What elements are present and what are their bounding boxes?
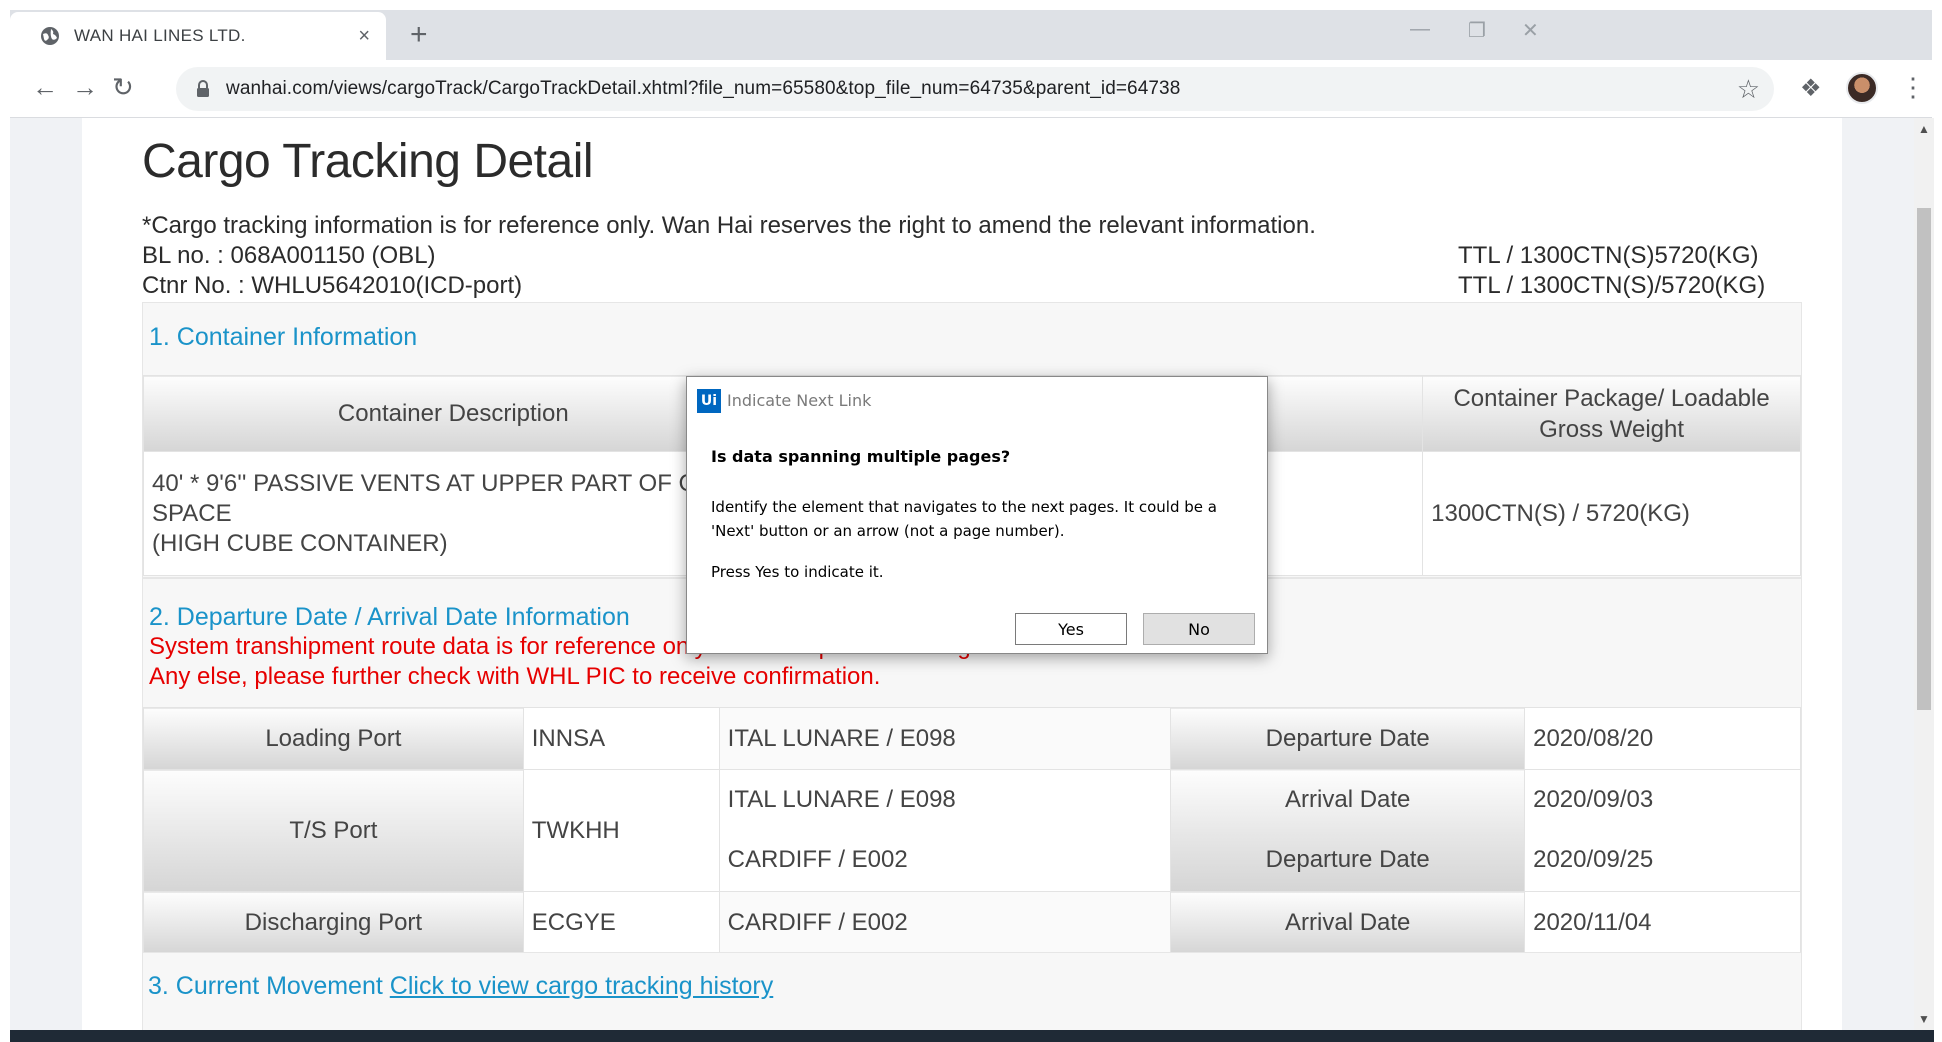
port-label: Discharging Port [143, 891, 524, 954]
address-bar[interactable]: wanhai.com/views/cargoTrack/CargoTrackDe… [176, 67, 1774, 111]
extensions-puzzle-icon[interactable]: ❖ [1800, 74, 1822, 103]
date-label: Departure Date [1170, 707, 1526, 770]
minimize-icon[interactable]: — [1410, 18, 1430, 41]
url-text[interactable]: wanhai.com/views/cargoTrack/CargoTrackDe… [226, 78, 1180, 100]
date-value: 2020/09/25 [1524, 829, 1801, 892]
date-value: 2020/08/20 [1524, 707, 1801, 770]
browser-tab[interactable]: WAN HAI LINES LTD. × [10, 12, 386, 60]
port-code: INNSA [522, 707, 720, 770]
dialog-instruction: Press Yes to indicate it. [711, 563, 884, 581]
container-info-title: 1. Container Information [149, 323, 418, 351]
current-movement-title: 3. Current Movement [148, 972, 383, 1000]
description-line-2: SPACE [152, 499, 232, 527]
notice-line-2: Any else, please further check with WHL … [149, 663, 881, 690]
date-value: 2020/11/04 [1524, 891, 1801, 954]
page-title: Cargo Tracking Detail [142, 135, 594, 188]
vessel-voyage: CARDIFF / E002 [718, 891, 1172, 954]
tab-title: WAN HAI LINES LTD. [74, 26, 246, 45]
dialog-question: Is data spanning multiple pages? [711, 447, 1011, 466]
table-row: Discharging Port ECGYE CARDIFF / E002 Ar… [143, 891, 1801, 954]
container-package-cell: 1300CTN(S) / 5720(KG) [1422, 451, 1801, 576]
back-icon[interactable]: ← [32, 72, 58, 102]
tab-close-icon[interactable]: × [358, 25, 370, 48]
dialog-body: Identify the element that navigates to t… [711, 498, 1217, 540]
forward-icon[interactable]: → [72, 72, 98, 102]
scroll-up-icon[interactable]: ▲ [1918, 122, 1930, 136]
tracking-history-link[interactable]: Click to view cargo tracking history [390, 972, 773, 1000]
no-button[interactable]: No [1143, 613, 1255, 645]
port-label: T/S Port [143, 769, 524, 892]
route-table: Loading Port INNSA ITAL LUNARE / E098 De… [143, 707, 1801, 954]
scrollbar-thumb[interactable] [1917, 208, 1931, 710]
date-label: Departure Date [1170, 829, 1526, 892]
scroll-down-icon[interactable]: ▼ [1918, 1012, 1930, 1026]
col-container-description: Container Description [143, 375, 764, 452]
browser-toolbar: ← → ↻ wanhai.com/views/cargoTrack/CargoT… [10, 60, 1932, 118]
ttl-summary-2: TTL / 1300CTN(S)/5720(KG) [1458, 272, 1766, 299]
description-line-1: 40' * 9'6'' PASSIVE VENTS AT UPPER PART … [152, 469, 748, 497]
container-description-cell: 40' * 9'6'' PASSIVE VENTS AT UPPER PART … [143, 451, 764, 576]
port-label: Loading Port [143, 707, 524, 770]
globe-icon [41, 27, 59, 45]
description-line-3: (HIGH CUBE CONTAINER) [152, 529, 448, 557]
bookmark-star-icon[interactable]: ☆ [1737, 74, 1760, 105]
vessel-voyage: ITAL LUNARE / E098 [718, 769, 1172, 830]
restore-icon[interactable]: ❐ [1468, 18, 1486, 43]
port-code: TWKHH [522, 769, 720, 892]
taskbar [10, 1030, 1934, 1042]
vessel-voyage: ITAL LUNARE / E098 [718, 707, 1172, 770]
bl-number: BL no. : 068A001150 (OBL) [142, 242, 436, 269]
date-label: Arrival Date [1170, 769, 1526, 830]
kebab-menu-icon[interactable]: ⋮ [1900, 72, 1926, 103]
avatar[interactable] [1846, 72, 1878, 104]
container-number: Ctnr No. : WHLU5642010(ICD-port) [142, 272, 523, 299]
tab-strip: WAN HAI LINES LTD. × + — ❐ ✕ [10, 10, 1932, 60]
vertical-scrollbar[interactable]: ▲ ▼ [1914, 118, 1934, 1030]
date-label: Arrival Date [1170, 891, 1526, 954]
port-code: ECGYE [522, 891, 720, 954]
table-row: T/S Port TWKHH ITAL LUNARE / E098 Arriva… [143, 769, 1801, 892]
new-tab-button[interactable]: + [410, 20, 428, 50]
date-value: 2020/09/03 [1524, 769, 1801, 830]
lock-icon [197, 80, 209, 97]
ttl-summary-1: TTL / 1300CTN(S)5720(KG) [1458, 242, 1759, 269]
indicate-next-link-dialog: Ui Indicate Next Link Is data spanning m… [686, 376, 1268, 654]
yes-button[interactable]: Yes [1015, 613, 1127, 645]
dialog-title: Indicate Next Link [727, 391, 872, 410]
departure-arrival-title: 2. Departure Date / Arrival Date Informa… [149, 603, 630, 631]
current-movement-line: 3. Current Movement Click to view cargo … [148, 972, 773, 1001]
close-window-icon[interactable]: ✕ [1522, 18, 1539, 43]
reload-icon[interactable]: ↻ [112, 72, 134, 102]
disclaimer-text: *Cargo tracking information is for refer… [142, 212, 1316, 239]
col-container-package: Container Package/ Loadable Gross Weight [1422, 375, 1801, 452]
table-row: Loading Port INNSA ITAL LUNARE / E098 De… [143, 707, 1801, 770]
vessel-voyage: CARDIFF / E002 [718, 829, 1172, 892]
uipath-logo-icon: Ui [697, 389, 721, 413]
